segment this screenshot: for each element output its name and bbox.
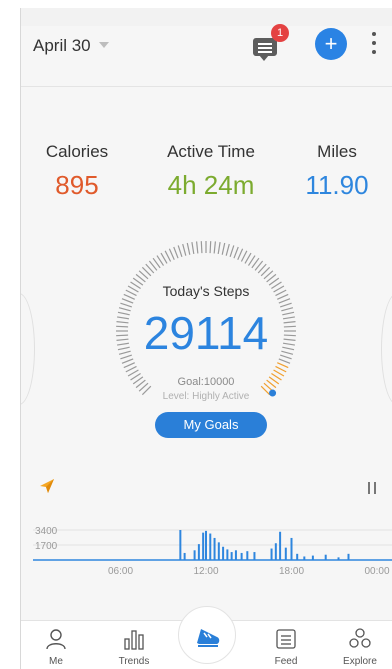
y-tick-label: 3400 [35, 526, 58, 537]
dial-tick [173, 246, 179, 259]
dial-tick [221, 242, 226, 255]
bubble-line [258, 47, 272, 49]
dial-tick [233, 246, 239, 259]
miles-value: 11.90 [305, 170, 369, 200]
dial-tick [225, 243, 230, 256]
dial-tick [168, 248, 175, 260]
dial-tick [217, 242, 221, 255]
dial-tick [209, 241, 212, 254]
dial-tick [237, 248, 244, 260]
dial-tick [160, 252, 168, 264]
steps-chart: 3400 1700 06:00 12:00 18:00 00:00 [33, 526, 392, 577]
dial-tick [121, 298, 134, 304]
prev-day-arc[interactable] [21, 293, 35, 405]
x-tick-label: 18:00 [279, 566, 304, 577]
dial-tick [275, 365, 287, 373]
dial-tick [186, 242, 191, 255]
more-menu-icon[interactable] [371, 32, 377, 58]
bubble-line [258, 51, 272, 53]
dial-tick [229, 245, 235, 258]
dial-tick [213, 241, 217, 254]
tab-label: Trends [118, 656, 150, 667]
phone-screen: April 30 1 + Calories 895 Active Time 4h… [20, 8, 392, 669]
miles-label: Miles [317, 142, 357, 161]
steps-dial[interactable]: Today's Steps 29114 Goal:10000 Level: Hi… [111, 236, 301, 426]
shoe-icon [197, 629, 220, 647]
my-goals-button[interactable]: My Goals [155, 412, 267, 438]
dial-tick [125, 365, 137, 373]
active-time-value: 4h 24m [167, 170, 255, 200]
caret-down-icon [98, 41, 109, 48]
date-label: April 30 [33, 36, 91, 55]
calories-value: 895 [55, 170, 99, 200]
dial-tick [177, 245, 183, 258]
miles-stat: Miles 11.90 [277, 142, 392, 201]
tab-explore[interactable]: Explore [325, 627, 392, 667]
tab-me[interactable]: Me [21, 627, 91, 667]
divider [21, 86, 392, 87]
tab-activity[interactable] [178, 606, 236, 664]
bar-chart-icon [124, 630, 144, 650]
bubble-line [258, 43, 272, 45]
person-icon [46, 629, 66, 650]
steps-count: 29114 [143, 307, 269, 359]
tab-trends[interactable]: Trends [99, 627, 169, 667]
x-tick-label: 06:00 [108, 566, 133, 577]
status-bar [21, 8, 392, 26]
tab-feed[interactable]: Feed [251, 627, 321, 667]
x-tick-label: 00:00 [364, 566, 389, 577]
send-plane-icon[interactable] [39, 478, 55, 494]
dial-tick [164, 250, 172, 262]
dial-title: Today's Steps [162, 283, 250, 299]
dial-tick [195, 241, 199, 254]
date-selector[interactable]: April 30 [33, 36, 109, 56]
tab-label: Feed [274, 656, 298, 667]
explore-icon [349, 628, 371, 648]
active-time-stat: Active Time 4h 24m [151, 142, 271, 201]
dial-tick [182, 243, 187, 256]
calories-stat: Calories 895 [21, 142, 137, 201]
dial-tick [277, 362, 289, 369]
pause-icon[interactable] [368, 481, 380, 499]
dial-tick [278, 298, 291, 304]
dial-tick [123, 362, 135, 369]
steps-goal: Goal:10000 [177, 376, 235, 388]
next-day-arc[interactable] [381, 293, 392, 405]
dial-tick [191, 242, 195, 255]
calories-label: Calories [45, 142, 109, 161]
y-tick-label: 1700 [35, 541, 58, 552]
tab-label: Explore [343, 656, 377, 667]
tab-label: Me [49, 656, 63, 667]
dial-tick [200, 241, 203, 254]
dial-tick [244, 252, 252, 264]
activity-level: Level: Highly Active [162, 391, 250, 402]
message-bubble [253, 38, 277, 61]
add-button[interactable]: + [315, 28, 347, 60]
x-tick-label: 12:00 [193, 566, 218, 577]
feed-icon [276, 629, 296, 649]
dial-tick [240, 250, 248, 262]
notification-badge: 1 [271, 24, 289, 42]
active-time-label: Active Time [167, 142, 255, 161]
